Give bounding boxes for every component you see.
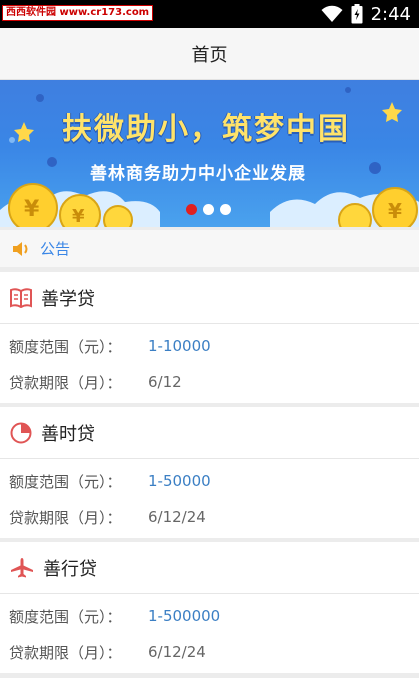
- term-value: 6/12/24: [148, 508, 206, 526]
- speaker-icon: [13, 241, 28, 256]
- svg-text:¥: ¥: [24, 197, 40, 222]
- banner-headline: 扶微助小，筑梦中国: [62, 112, 350, 147]
- amount-row: 额度范围（元）： 1-500000: [0, 598, 419, 634]
- amount-value: 1-10000: [148, 337, 211, 355]
- book-icon: [10, 287, 32, 308]
- notice-label: 公告: [40, 240, 71, 258]
- term-value: 6/12/24: [148, 643, 206, 661]
- amount-label: 额度范围（元）：: [9, 472, 122, 491]
- pager-dot[interactable]: [203, 204, 214, 215]
- page-title: 首页: [191, 44, 228, 66]
- term-row: 贷款期限（月）： 6/12/24: [0, 499, 419, 535]
- product-card-partial[interactable]: [0, 678, 419, 694]
- amount-value: 1-500000: [148, 607, 221, 625]
- amount-label: 额度范围（元）：: [9, 607, 122, 626]
- product-header[interactable]: 善行贷: [0, 542, 419, 594]
- amount-row: 额度范围（元）： 1-10000: [0, 328, 419, 364]
- term-label: 贷款期限（月）：: [9, 508, 122, 527]
- banner-subline: 善林商务助力中小企业发展: [90, 164, 306, 184]
- status-bar: 西西软件园 www.cr173.com 2:44: [0, 0, 419, 28]
- promo-banner[interactable]: ¥ ¥ ¥ 扶微助小，筑梦中国 善林商务助力中小企业发展: [0, 80, 419, 227]
- pager-dot[interactable]: [220, 204, 231, 215]
- amount-value: 1-50000: [148, 472, 211, 490]
- product-card[interactable]: 善时贷 额度范围（元）： 1-50000 贷款期限（月）： 6/12/24: [0, 407, 419, 538]
- banner-pager[interactable]: [186, 204, 231, 215]
- term-value: 6/12: [148, 373, 182, 391]
- product-card[interactable]: 善行贷 额度范围（元）： 1-500000 贷款期限（月）： 6/12/24: [0, 542, 419, 673]
- airplane-icon: [11, 557, 33, 577]
- amount-row: 额度范围（元）： 1-50000: [0, 463, 419, 499]
- notice-bar[interactable]: 公告: [0, 230, 419, 267]
- amount-label: 额度范围（元）：: [9, 337, 122, 356]
- product-card[interactable]: 善学贷 额度范围（元）： 1-10000 贷款期限（月）： 6/12: [0, 272, 419, 403]
- watermark: 西西软件园 www.cr173.com: [2, 5, 154, 21]
- status-icons: 2:44: [321, 3, 411, 25]
- product-name: 善行贷: [43, 558, 97, 580]
- pie-clock-icon: [10, 422, 32, 443]
- pager-dot-active[interactable]: [186, 204, 197, 215]
- svg-text:¥: ¥: [72, 206, 85, 227]
- term-label: 贷款期限（月）：: [9, 643, 122, 662]
- product-header[interactable]: 善学贷: [0, 272, 419, 324]
- clock: 2:44: [370, 3, 411, 25]
- wifi-icon: [321, 5, 343, 22]
- term-row: 贷款期限（月）： 6/12: [0, 364, 419, 400]
- svg-text:¥: ¥: [388, 199, 402, 223]
- term-label: 贷款期限（月）：: [9, 373, 122, 392]
- product-header[interactable]: 善时贷: [0, 407, 419, 459]
- product-name: 善学贷: [41, 288, 95, 310]
- term-row: 贷款期限（月）： 6/12/24: [0, 634, 419, 670]
- product-name: 善时贷: [41, 423, 95, 445]
- battery-icon: [351, 4, 363, 24]
- title-bar: 首页: [0, 28, 419, 80]
